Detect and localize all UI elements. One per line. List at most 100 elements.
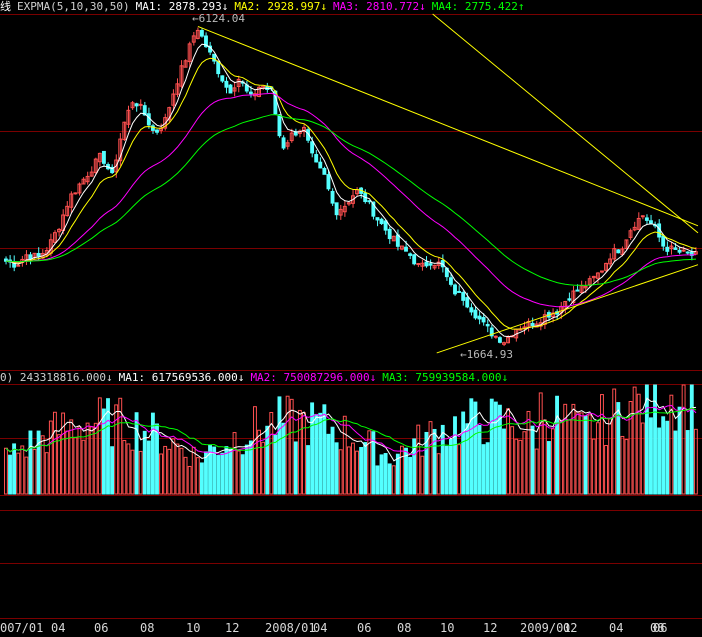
volume-bar (408, 456, 413, 495)
candle-body (326, 174, 331, 190)
grid-line (0, 510, 702, 511)
volume-bar (57, 434, 61, 495)
volume-bar (526, 410, 531, 495)
volume-bar (52, 411, 57, 495)
volume-bar (159, 453, 164, 495)
volume-bar (579, 412, 584, 495)
grid-line (0, 618, 702, 619)
volume-bar (8, 454, 12, 495)
candle-body (481, 317, 486, 323)
vol-ma2-value: MA2: 750087296.000↓ (250, 371, 377, 384)
volume-bar (244, 444, 249, 495)
volume-bar (16, 452, 21, 495)
volume-bar (624, 439, 629, 495)
volume-bar (273, 434, 278, 495)
candle-body (428, 263, 433, 266)
indicator-name: EXPMA(5,10,30,50) (17, 0, 130, 13)
volume-bar (101, 408, 106, 495)
candle-body (673, 247, 678, 250)
volume-bar (559, 419, 564, 495)
volume-bar (146, 440, 151, 495)
volume-bar (183, 456, 188, 495)
candle-body (379, 218, 384, 224)
candle-body (146, 113, 151, 126)
volume-bar (97, 397, 102, 495)
volume-bar (89, 426, 94, 495)
candle-body (461, 292, 466, 301)
volume-bar (375, 465, 380, 495)
volume-bar (195, 457, 200, 495)
volume-bar (583, 415, 588, 495)
x-axis-tick-label: 12 (225, 621, 240, 635)
candle-body (138, 103, 143, 106)
volume-bar (530, 425, 535, 495)
volume-legend: 0) 243318816.000↓ MA1: 617569536.000↓ MA2:… (0, 371, 514, 385)
high-annotation: ←6124.04 (192, 12, 245, 25)
volume-bar (302, 412, 306, 495)
volume-bar (40, 435, 45, 495)
volume-bar (289, 398, 294, 495)
candle-body (314, 154, 319, 163)
volume-bar (685, 430, 690, 495)
ma2-line (5, 57, 697, 330)
volume-bar (440, 424, 445, 495)
candle-body (330, 190, 335, 204)
volume-bar (126, 443, 131, 495)
volume-bar (261, 441, 266, 495)
volume-bar (48, 420, 53, 495)
volume-bar (346, 446, 351, 495)
volume-bar (555, 395, 560, 495)
volume-bar (171, 438, 176, 495)
candle-body (473, 309, 478, 319)
volume-bar (216, 455, 221, 495)
volume-bar (391, 465, 396, 495)
volume-bar (179, 447, 184, 495)
volume-bar (632, 386, 637, 495)
volume-chart (4, 384, 698, 495)
volume-bar (114, 404, 119, 495)
volume-bar (551, 428, 555, 495)
volume-bar (334, 442, 339, 495)
candle-body (387, 228, 392, 240)
ma3-value: MA3: 2810.772↓ (333, 0, 426, 13)
volume-bar (379, 454, 384, 495)
volume-bar (293, 441, 298, 495)
candle-body (383, 220, 388, 231)
candle-body (497, 337, 502, 343)
candle-body (477, 315, 482, 320)
candle-body (28, 254, 33, 260)
candle-body (318, 161, 323, 169)
resistance-trendline (197, 25, 699, 227)
candle-body (530, 322, 535, 327)
volume-bar (608, 418, 613, 495)
volume-bar (538, 392, 543, 495)
volume-bar (661, 416, 666, 495)
candle-body (199, 30, 204, 37)
volume-bar (640, 422, 645, 495)
x-axis-tick-label: 08 (650, 621, 665, 635)
volume-bar (277, 396, 282, 495)
volume-bar (604, 445, 608, 495)
volume-bar (689, 384, 694, 495)
volume-bar (24, 456, 29, 495)
volume-bar (32, 448, 37, 495)
volume-bar (518, 439, 523, 495)
volume-bar (506, 408, 511, 495)
candle-body (448, 277, 453, 285)
candle-body (220, 75, 225, 82)
volume-bar (436, 453, 441, 495)
volume-bar (612, 388, 617, 495)
chart-title: 线 (0, 0, 11, 13)
volume-bar (130, 449, 135, 495)
volume-bar (457, 444, 462, 495)
volume-bar (502, 428, 506, 495)
volume-bar (489, 398, 494, 495)
volume-bar (199, 462, 204, 495)
volume-bar (591, 438, 596, 495)
candle-body (367, 200, 372, 203)
candle-body (469, 307, 474, 313)
volume-bar (318, 412, 323, 495)
volume-bar (399, 445, 404, 495)
candle-body (677, 249, 682, 253)
x-axis-tick-label: 10 (186, 621, 201, 635)
